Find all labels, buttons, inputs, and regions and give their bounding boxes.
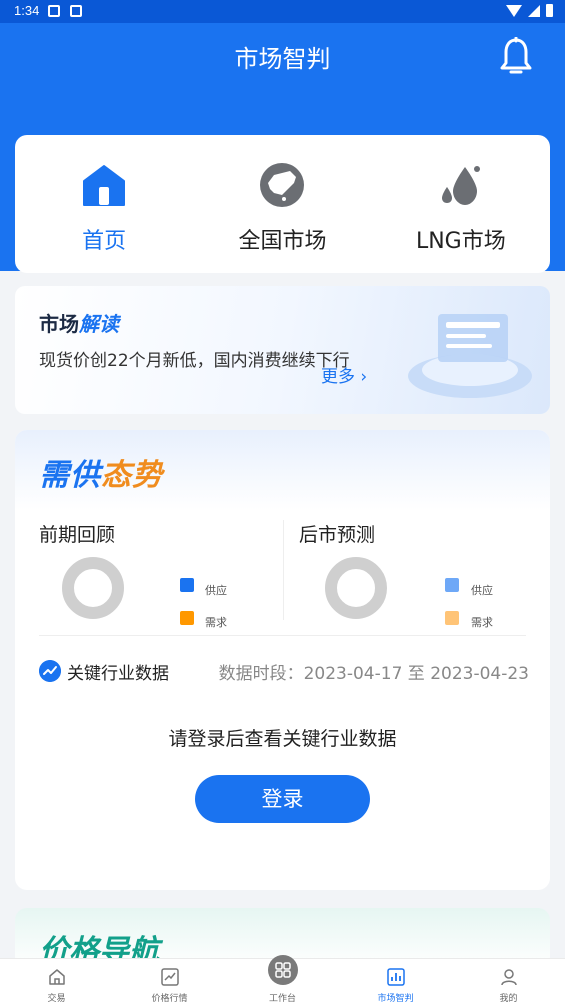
image-notification-icon [48, 5, 60, 17]
review-legend-demand-swatch [180, 611, 194, 625]
horizontal-divider [39, 635, 526, 636]
supply-title-part-b: 态势 [101, 458, 163, 493]
header: 市场智判 首页 全国市场 LNG市场 [0, 23, 565, 273]
signal-icon [528, 4, 540, 17]
nav-card: 首页 全国市场 LNG市场 [15, 135, 550, 273]
banner-more-label: 更多 [321, 367, 355, 387]
nav-label-lng: LNG市场 [415, 229, 506, 254]
forecast-donut-chart [325, 557, 387, 619]
review-legend-demand: 需求 [205, 616, 227, 629]
page-title: 市场智判 [234, 45, 331, 73]
wifi-icon [506, 4, 522, 17]
key-data-row: 关键行业数据 数据时段：2023-04-17 至 2023-04-23 [39, 658, 529, 684]
bottom-tab-bar: 交易 价格行情 工作台 市场智判 我的 [0, 955, 565, 1004]
supply-section-title: 需供态势 [39, 450, 163, 494]
forecast-legend-supply: 供应 [471, 584, 493, 597]
status-bar: 1:34 [0, 0, 565, 23]
user-icon [500, 969, 517, 986]
key-data-label: 关键行业数据 [67, 664, 169, 684]
app-notification-icon [70, 5, 82, 17]
vertical-divider [283, 520, 284, 620]
forecast-legend-supply-swatch [445, 578, 459, 592]
nav-item-home[interactable]: 首页 [15, 135, 193, 273]
status-icons [506, 4, 553, 17]
market-analysis-banner[interactable]: 市场解读 现货价创22个月新低，国内消费继续下行 更多 › [15, 286, 550, 414]
nav-item-national[interactable]: 全国市场 [193, 135, 371, 273]
forecast-legend-demand-swatch [445, 611, 459, 625]
grid-icon [267, 955, 298, 985]
bar-chart-icon [386, 968, 405, 986]
tab-label-market: 市场智判 [377, 994, 414, 1004]
banner-title-part-b: 解读 [79, 312, 119, 336]
status-time: 1:34 [14, 3, 40, 18]
tab-label-trade: 交易 [47, 994, 66, 1004]
nav-label-national: 全国市场 [238, 229, 327, 254]
drops-icon [441, 166, 480, 205]
tab-mine[interactable]: 我的 [452, 959, 565, 1004]
bell-icon[interactable] [499, 37, 533, 77]
laptop-illustration-icon [408, 314, 532, 398]
home-icon [83, 165, 126, 206]
chart-line-icon [160, 968, 179, 986]
nav-label-home: 首页 [82, 229, 127, 254]
banner-headline: 现货价创22个月新低，国内消费继续下行 [39, 351, 350, 371]
grid-glyph [274, 962, 291, 978]
login-button[interactable]: 登录 [195, 775, 370, 823]
banner-title: 市场解读 [39, 308, 119, 337]
tab-label-workbench: 工作台 [268, 994, 296, 1004]
review-donut-chart [62, 557, 124, 619]
china-map-icon [260, 163, 305, 207]
tab-price[interactable]: 价格行情 [113, 959, 226, 1004]
battery-icon [546, 4, 553, 17]
home-outline-icon [48, 969, 65, 985]
tab-label-price: 价格行情 [151, 994, 188, 1004]
review-legend-supply-swatch [180, 578, 194, 592]
tab-market[interactable]: 市场智判 [339, 959, 452, 1004]
tab-workbench[interactable]: 工作台 [226, 955, 339, 1004]
nav-item-lng[interactable]: LNG市场 [372, 135, 550, 273]
tab-trade[interactable]: 交易 [0, 959, 113, 1004]
banner-more-link[interactable]: 更多 › [321, 362, 367, 387]
supply-demand-card: 需供态势 前期回顾 后市预测 供应 需求 供应 需求 关键行业数据 数据时段：2… [15, 430, 550, 890]
trend-icon [39, 660, 61, 682]
review-heading: 前期回顾 [39, 524, 116, 546]
supply-title-part-a: 需供 [39, 458, 101, 493]
tab-label-mine: 我的 [499, 994, 518, 1004]
banner-title-part-a: 市场 [39, 312, 79, 336]
data-period: 数据时段：2023-04-17 至 2023-04-23 [218, 664, 529, 684]
review-legend-supply: 供应 [205, 584, 227, 597]
forecast-heading: 后市预测 [299, 524, 376, 546]
forecast-legend-demand: 需求 [471, 616, 493, 629]
login-tip: 请登录后查看关键行业数据 [168, 728, 397, 750]
